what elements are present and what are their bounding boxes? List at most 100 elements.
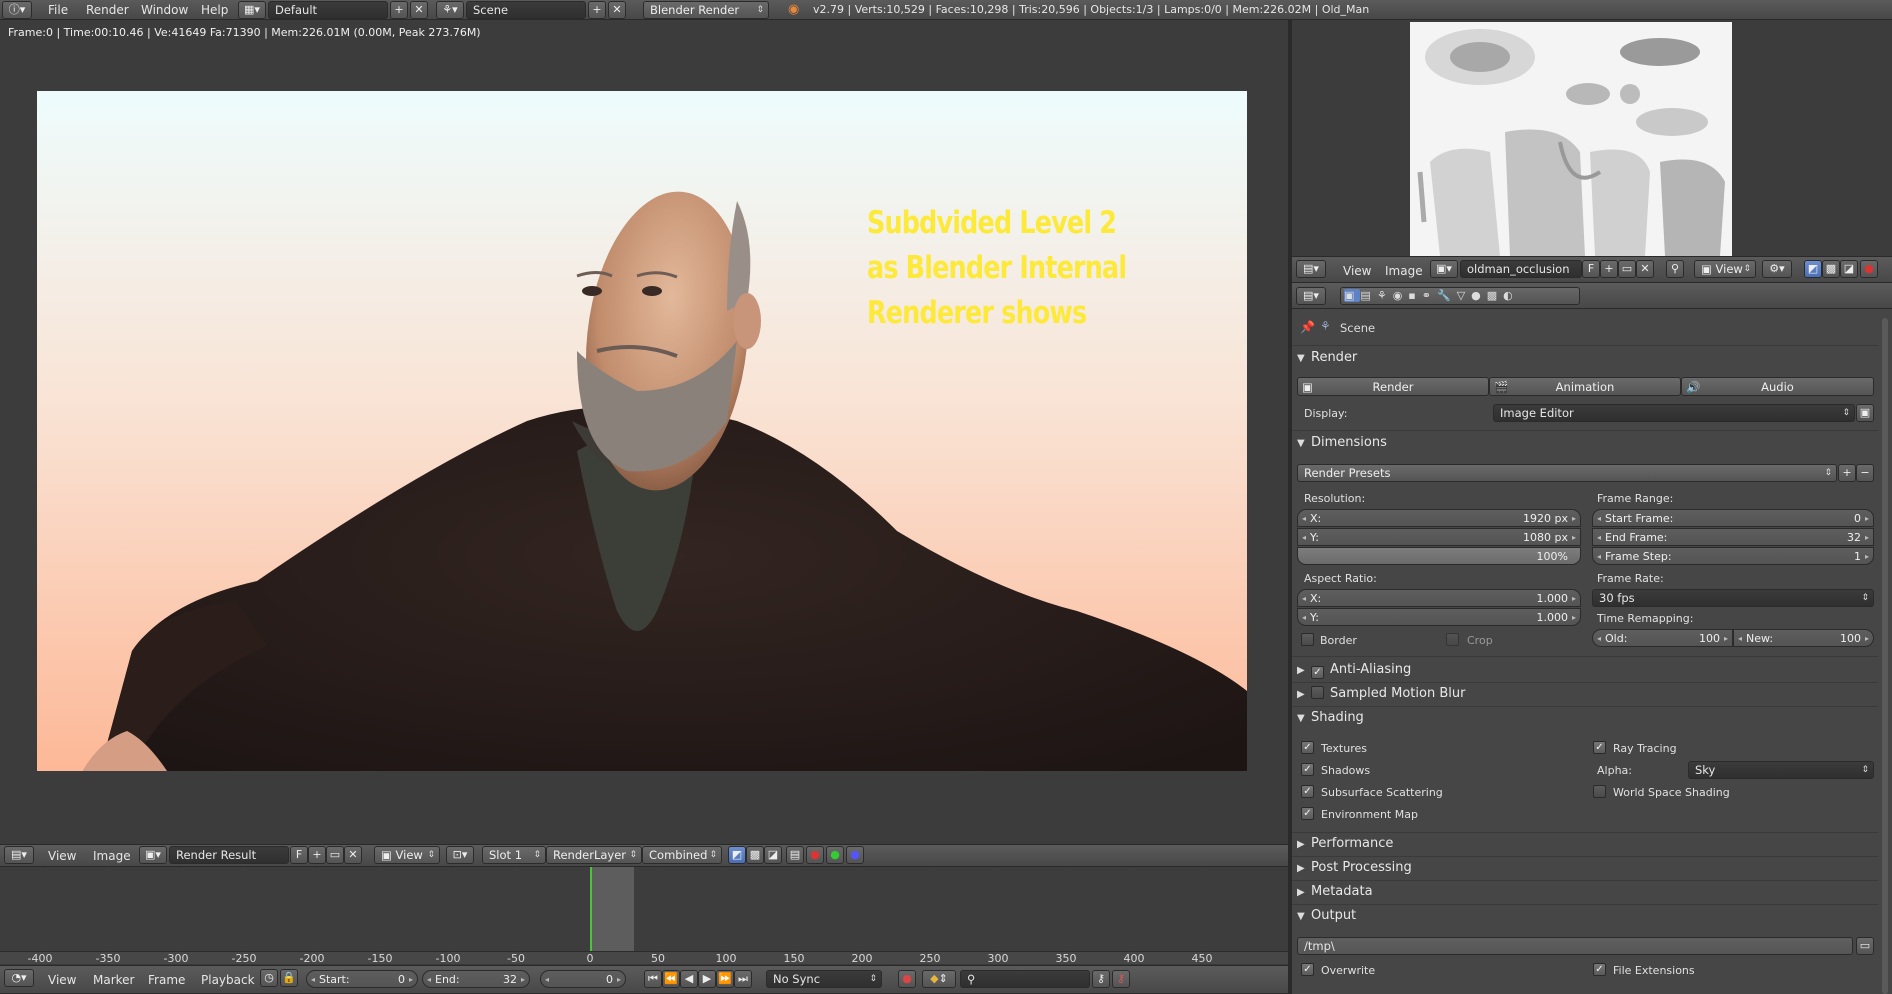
menu-window[interactable]: Window (141, 0, 188, 20)
menu-view[interactable]: View (48, 846, 76, 866)
aspect-x-field[interactable]: ◂ X: 1.000 ▸ (1297, 589, 1581, 607)
menu-render[interactable]: Render (86, 0, 129, 20)
pin-icon[interactable]: 📌 (1300, 320, 1315, 334)
uv-menu-image[interactable]: Image (1385, 261, 1423, 281)
file-extensions-checkbox[interactable]: ✓ (1593, 963, 1606, 976)
current-frame-field[interactable]: ◂ 0 ▸ (540, 970, 626, 988)
uv-pivot-icon[interactable]: ⚙▾ (1762, 260, 1792, 278)
performance-panel-header[interactable]: ▶ Performance (1297, 833, 1873, 855)
properties-editor-type-button[interactable]: ▤▾ (1296, 287, 1326, 305)
world-space-checkbox[interactable] (1593, 785, 1606, 798)
uv-draw-zbuffer-icon[interactable]: ◪ (1840, 260, 1858, 278)
image-name-field[interactable]: Render Result (169, 846, 289, 864)
world-tab-icon[interactable]: ◉ (1393, 289, 1409, 302)
timeline-editor-type-button[interactable]: ◔▾ (4, 969, 34, 987)
properties-scrollbar[interactable] (1882, 318, 1888, 994)
delete-keyframe-icon[interactable]: ⚷ (1112, 970, 1130, 988)
record-icon[interactable]: ● (898, 970, 916, 988)
ray-tracing-checkbox[interactable]: ✓ (1593, 741, 1606, 754)
scene-name-field[interactable]: Scene (466, 1, 586, 19)
scene-browse-icon[interactable]: ⚘▾ (436, 1, 464, 19)
output-panel-header[interactable]: ▼ Output (1297, 905, 1873, 927)
lock-interface-icon[interactable]: ▣ (1856, 404, 1874, 422)
frame-step-field[interactable]: ◂ Frame Step: 1 ▸ (1592, 547, 1874, 565)
timeline-menu-playback[interactable]: Playback (201, 970, 255, 990)
uv-draw-alpha-icon[interactable]: ▩ (1822, 260, 1840, 278)
time-remap-old-field[interactable]: ◂ Old: 100 ▸ (1592, 629, 1733, 647)
current-frame-line[interactable] (590, 867, 592, 951)
render-engine-select[interactable]: Blender Render ⇕ (643, 1, 769, 19)
preset-remove-button[interactable]: − (1856, 464, 1874, 482)
render-button[interactable]: ▣ Render (1297, 377, 1489, 396)
object-tab-icon[interactable]: ▪ (1408, 289, 1421, 302)
preset-add-button[interactable]: + (1838, 464, 1856, 482)
material-tab-icon[interactable]: ● (1471, 289, 1487, 302)
pivot-icon[interactable]: ⊡▾ (446, 846, 474, 864)
uv-fake-user-button[interactable]: F (1582, 260, 1600, 278)
jump-keyframe-back-icon[interactable]: ⏪ (662, 970, 680, 988)
aspect-y-field[interactable]: ◂ Y: 1.000 ▸ (1297, 608, 1581, 626)
textures-checkbox[interactable]: ✓ (1301, 741, 1314, 754)
editor-type-info-button[interactable]: ⓘ▾ (2, 1, 32, 19)
blue-channel-icon[interactable]: ● (846, 846, 864, 864)
uv-menu-view[interactable]: View (1343, 261, 1371, 281)
jump-keyframe-forward-icon[interactable]: ⏩ (716, 970, 734, 988)
uv-new-button[interactable]: + (1600, 260, 1618, 278)
uv-view-select[interactable]: ▣ View ⇕ (1694, 260, 1756, 278)
layout-add-button[interactable]: + (390, 1, 408, 19)
view-mode-select[interactable]: ▣ View ⇕ (374, 846, 440, 864)
jump-end-icon[interactable]: ⏭ (734, 970, 752, 988)
play-icon[interactable]: ▶ (698, 970, 716, 988)
render-layer-select[interactable]: RenderLayer ⇕ (546, 846, 642, 864)
alpha-select[interactable]: Sky ⇕ (1688, 761, 1874, 779)
end-frame-field[interactable]: ◂ End: 32 ▸ (422, 970, 530, 988)
uv-unlink-button[interactable]: ✕ (1636, 260, 1654, 278)
keying-set-icon[interactable]: ◆⇕ (922, 970, 956, 988)
image-open-button[interactable]: ▭ (326, 846, 344, 864)
menu-help[interactable]: Help (201, 0, 228, 20)
dimensions-panel-header[interactable]: ▼ Dimensions (1297, 432, 1873, 454)
menu-image[interactable]: Image (93, 846, 131, 866)
physics-tab-icon[interactable]: ◐ (1503, 289, 1519, 302)
overwrite-checkbox[interactable]: ✓ (1301, 963, 1314, 976)
uv-image-browse-icon[interactable]: ▣▾ (1430, 260, 1458, 278)
end-frame-prop-field[interactable]: ◂ End Frame: 32 ▸ (1592, 528, 1874, 546)
draw-rgb-alpha-icon[interactable]: ◩ (728, 846, 746, 864)
resolution-x-field[interactable]: ◂ X: 1920 px ▸ (1297, 509, 1581, 527)
sss-checkbox[interactable]: ✓ (1301, 785, 1314, 798)
output-path-field[interactable]: /tmp\ (1297, 937, 1853, 955)
crop-checkbox[interactable] (1446, 633, 1459, 646)
env-map-checkbox[interactable]: ✓ (1301, 807, 1314, 820)
uv-image-name-field[interactable]: oldman_occlusion (1460, 260, 1582, 278)
render-panel-header[interactable]: ▼ Render (1297, 347, 1873, 369)
play-reverse-icon[interactable]: ◀ (680, 970, 698, 988)
antialiasing-checkbox[interactable]: ✓ (1311, 666, 1324, 679)
layout-browse-icon[interactable]: ▦▾ (238, 1, 266, 19)
scene-tab-icon[interactable]: ⚘ (1377, 289, 1393, 302)
scene-remove-button[interactable]: ✕ (608, 1, 626, 19)
shadows-checkbox[interactable]: ✓ (1301, 763, 1314, 776)
animation-button[interactable]: 🎬 Animation (1489, 377, 1681, 396)
timeline-menu-view[interactable]: View (48, 970, 76, 990)
draw-zbuffer-icon[interactable]: ◪ (764, 846, 782, 864)
jump-start-icon[interactable]: ⏮ (644, 970, 662, 988)
motion-blur-checkbox[interactable] (1311, 686, 1324, 699)
uv-red-channel-icon[interactable]: ● (1860, 260, 1878, 278)
post-processing-panel-header[interactable]: ▶ Post Processing (1297, 857, 1873, 879)
resolution-percentage-field[interactable]: 100% (1297, 547, 1581, 565)
sync-mode-select[interactable]: No Sync ⇕ (766, 970, 882, 988)
antialiasing-panel-header[interactable]: ▶ ✓ Anti-Aliasing (1297, 659, 1873, 681)
uv-pin-icon[interactable]: ⚲ (1666, 260, 1684, 278)
fake-user-button[interactable]: F (290, 846, 308, 864)
image-unlink-button[interactable]: ✕ (344, 846, 362, 864)
scene-add-button[interactable]: + (588, 1, 606, 19)
data-tab-icon[interactable]: ▽ (1457, 289, 1471, 302)
render-pass-select[interactable]: Combined ⇕ (642, 846, 722, 864)
image-new-button[interactable]: + (308, 846, 326, 864)
frame-rate-select[interactable]: 30 fps ⇕ (1592, 589, 1874, 607)
timeline-menu-frame[interactable]: Frame (148, 970, 185, 990)
keying-set-field[interactable]: ⚲ (960, 970, 1090, 988)
draw-channels-icon[interactable]: ▤ (786, 846, 804, 864)
image-browse-icon[interactable]: ▣▾ (139, 846, 167, 864)
modifiers-tab-icon[interactable]: 🔧 (1437, 289, 1457, 302)
